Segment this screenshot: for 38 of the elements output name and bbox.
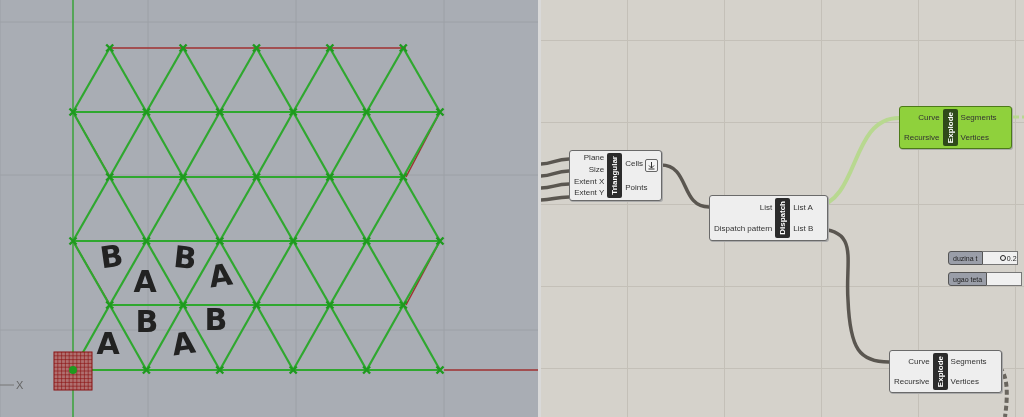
input-port-label: Size bbox=[588, 165, 605, 174]
handwritten-letter: A bbox=[133, 264, 157, 299]
handwritten-letter: B bbox=[97, 237, 126, 276]
handwritten-letter: A bbox=[206, 256, 235, 295]
input-port-label: Recursive bbox=[894, 376, 930, 386]
output-port-label: Cells bbox=[625, 159, 644, 169]
axis-label: X bbox=[16, 379, 24, 391]
input-port-label: Plane bbox=[583, 153, 605, 163]
output-port-label: Segments bbox=[950, 357, 987, 367]
input-port-label: Dispatch pattern bbox=[714, 223, 773, 233]
options-icon[interactable] bbox=[645, 159, 659, 172]
wire bbox=[541, 157, 570, 166]
handwritten-letter: B bbox=[135, 304, 159, 339]
component-name: Triangular bbox=[610, 155, 620, 197]
input-port-label: List bbox=[759, 202, 773, 212]
output-port-label: List A bbox=[793, 202, 813, 212]
wire bbox=[541, 195, 570, 202]
output-port-label: Points bbox=[625, 182, 648, 192]
wire bbox=[541, 182, 570, 190]
handwritten-letter: B bbox=[171, 238, 199, 277]
input-port-label: Curve bbox=[918, 113, 940, 123]
handwritten-letter: A bbox=[169, 324, 198, 363]
output-port-label: Vertices bbox=[960, 132, 990, 142]
wire bbox=[541, 169, 570, 178]
input-port-label: Curve bbox=[908, 357, 930, 367]
component-name: Explode bbox=[935, 355, 945, 390]
handwritten-letter: A bbox=[96, 326, 120, 361]
wire bbox=[660, 163, 710, 209]
component-name: Dispatch bbox=[778, 200, 788, 237]
input-port-label: Extent Y bbox=[574, 188, 605, 198]
handwritten-letter: B bbox=[204, 302, 228, 337]
output-port-label: List B bbox=[793, 223, 814, 233]
output-port-label: Vertices bbox=[950, 376, 980, 386]
output-port-label: Segments bbox=[960, 113, 997, 123]
input-port-label: Extent X bbox=[574, 176, 605, 186]
grid-marker-icon bbox=[53, 351, 93, 391]
component-name: Explode bbox=[945, 111, 955, 146]
input-port-label: Recursive bbox=[904, 132, 940, 142]
